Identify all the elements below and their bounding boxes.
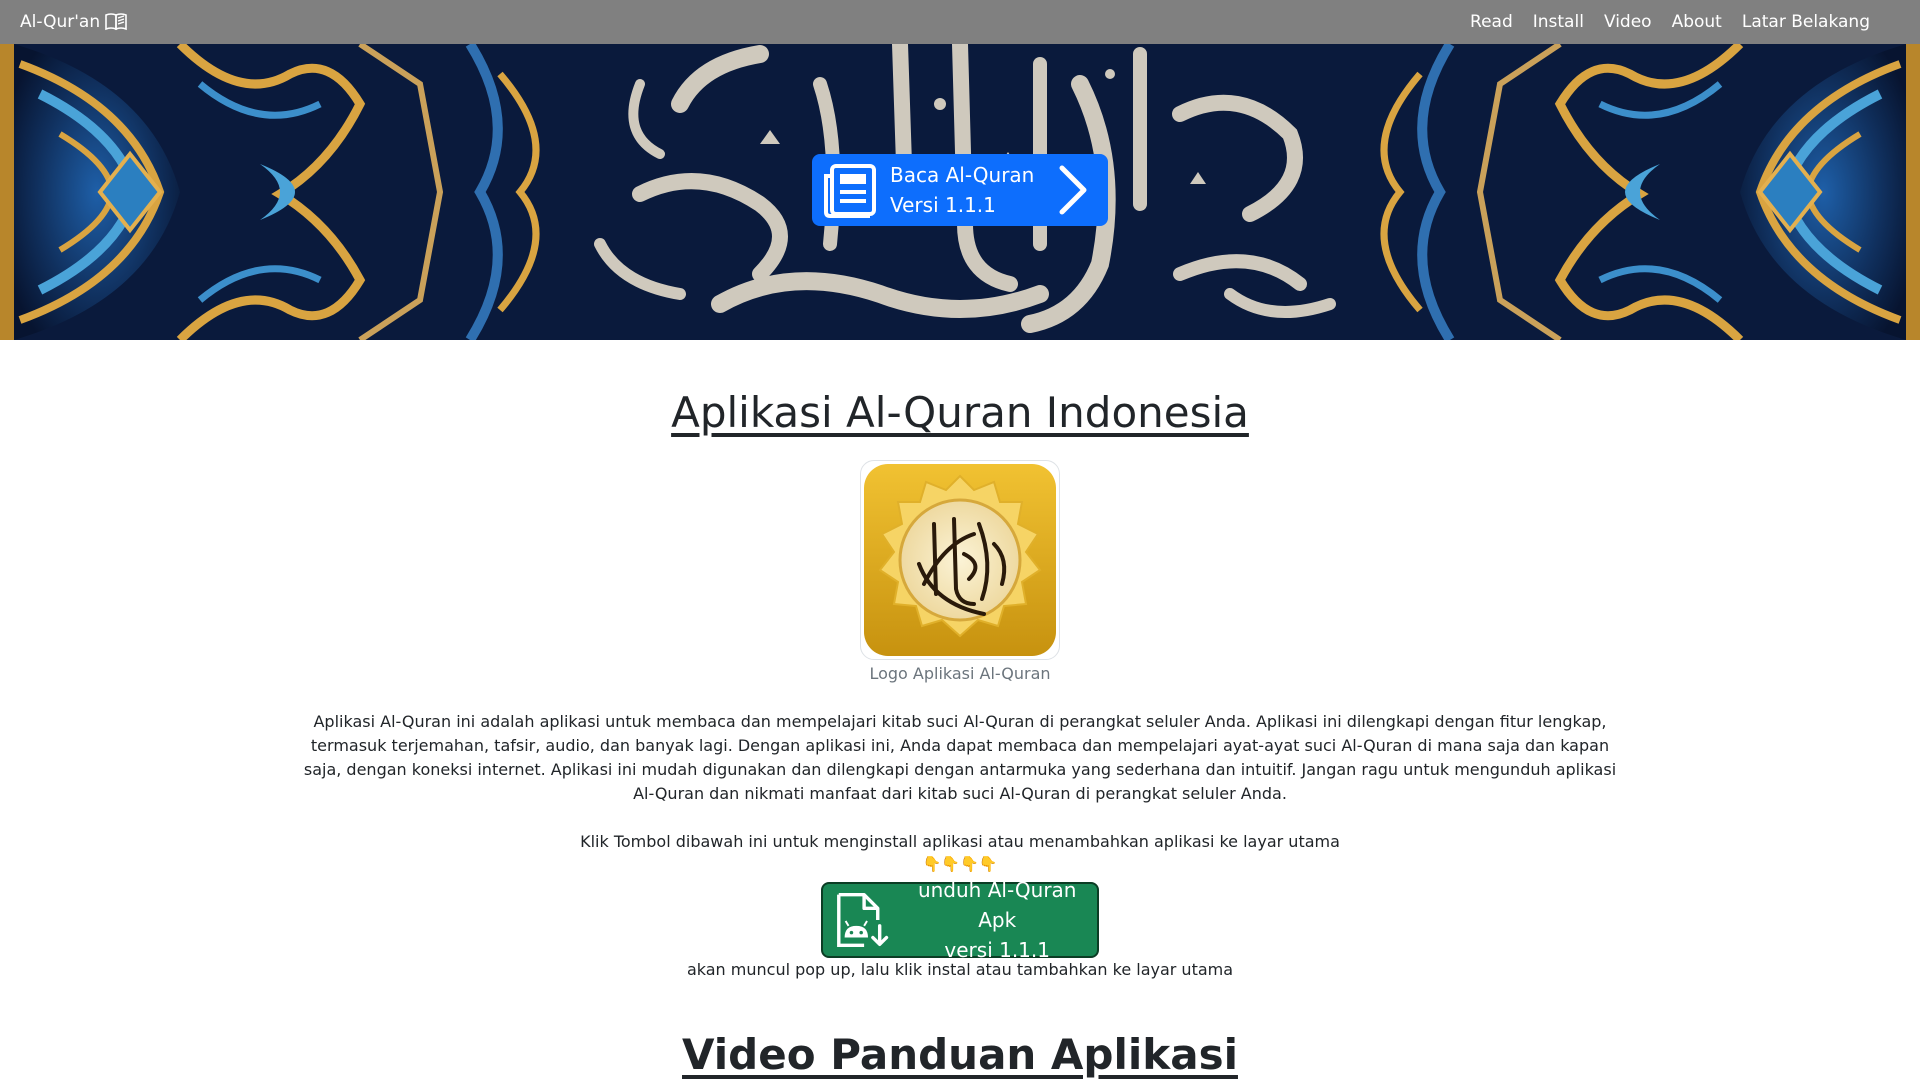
quran-app-logo-image (864, 464, 1056, 656)
read-quran-button[interactable]: Baca Al-Quran Versi 1.1.1 (812, 154, 1108, 226)
brand-link[interactable]: Al-Qur'an (20, 12, 127, 32)
brand-text: Al-Qur'an (20, 12, 101, 32)
nav-link-install[interactable]: Install (1533, 12, 1584, 32)
app-logo (860, 460, 1060, 660)
app-description: Aplikasi Al-Quran ini adalah aplikasi un… (303, 712, 1617, 803)
read-button-line1: Baca Al-Quran (890, 163, 1035, 187)
video-section-title: Video Panduan Aplikasi (682, 1030, 1238, 1079)
book-open-icon (105, 13, 127, 31)
hero-banner: Baca Al-Quran Versi 1.1.1 (0, 44, 1920, 340)
logo-caption: Logo Aplikasi Al-Quran (869, 664, 1051, 683)
nav-link-read[interactable]: Read (1470, 12, 1513, 32)
download-apk-button[interactable]: unduh Al-Quran Apk versi 1.1.1 (821, 878, 1099, 962)
nav-link-background[interactable]: Latar Belakang (1742, 12, 1870, 32)
newspaper-icon (824, 164, 876, 218)
read-button-line2: Versi 1.1.1 (890, 193, 996, 217)
download-button-text: unduh Al-Quran Apk versi 1.1.1 (897, 875, 1097, 965)
read-button-text: Baca Al-Quran Versi 1.1.1 (890, 160, 1034, 220)
download-button-line1: unduh Al-Quran Apk (917, 878, 1077, 932)
pointing-down-emojis: 👇👇👇👇 (922, 855, 998, 873)
page-title: Aplikasi Al-Quran Indonesia (671, 388, 1249, 437)
chevron-right-icon (1059, 165, 1087, 215)
install-instruction: Klik Tombol dibawah ini untuk menginstal… (580, 832, 1340, 851)
navbar: Al-Qur'an Read Install Video About Latar… (0, 0, 1920, 44)
popup-note: akan muncul pop up, lalu klik instal ata… (686, 960, 1234, 979)
nav-link-about[interactable]: About (1672, 12, 1722, 32)
android-file-download-icon (837, 892, 889, 948)
nav-link-video[interactable]: Video (1604, 12, 1652, 32)
nav-links: Read Install Video About Latar Belakang (1450, 12, 1870, 32)
